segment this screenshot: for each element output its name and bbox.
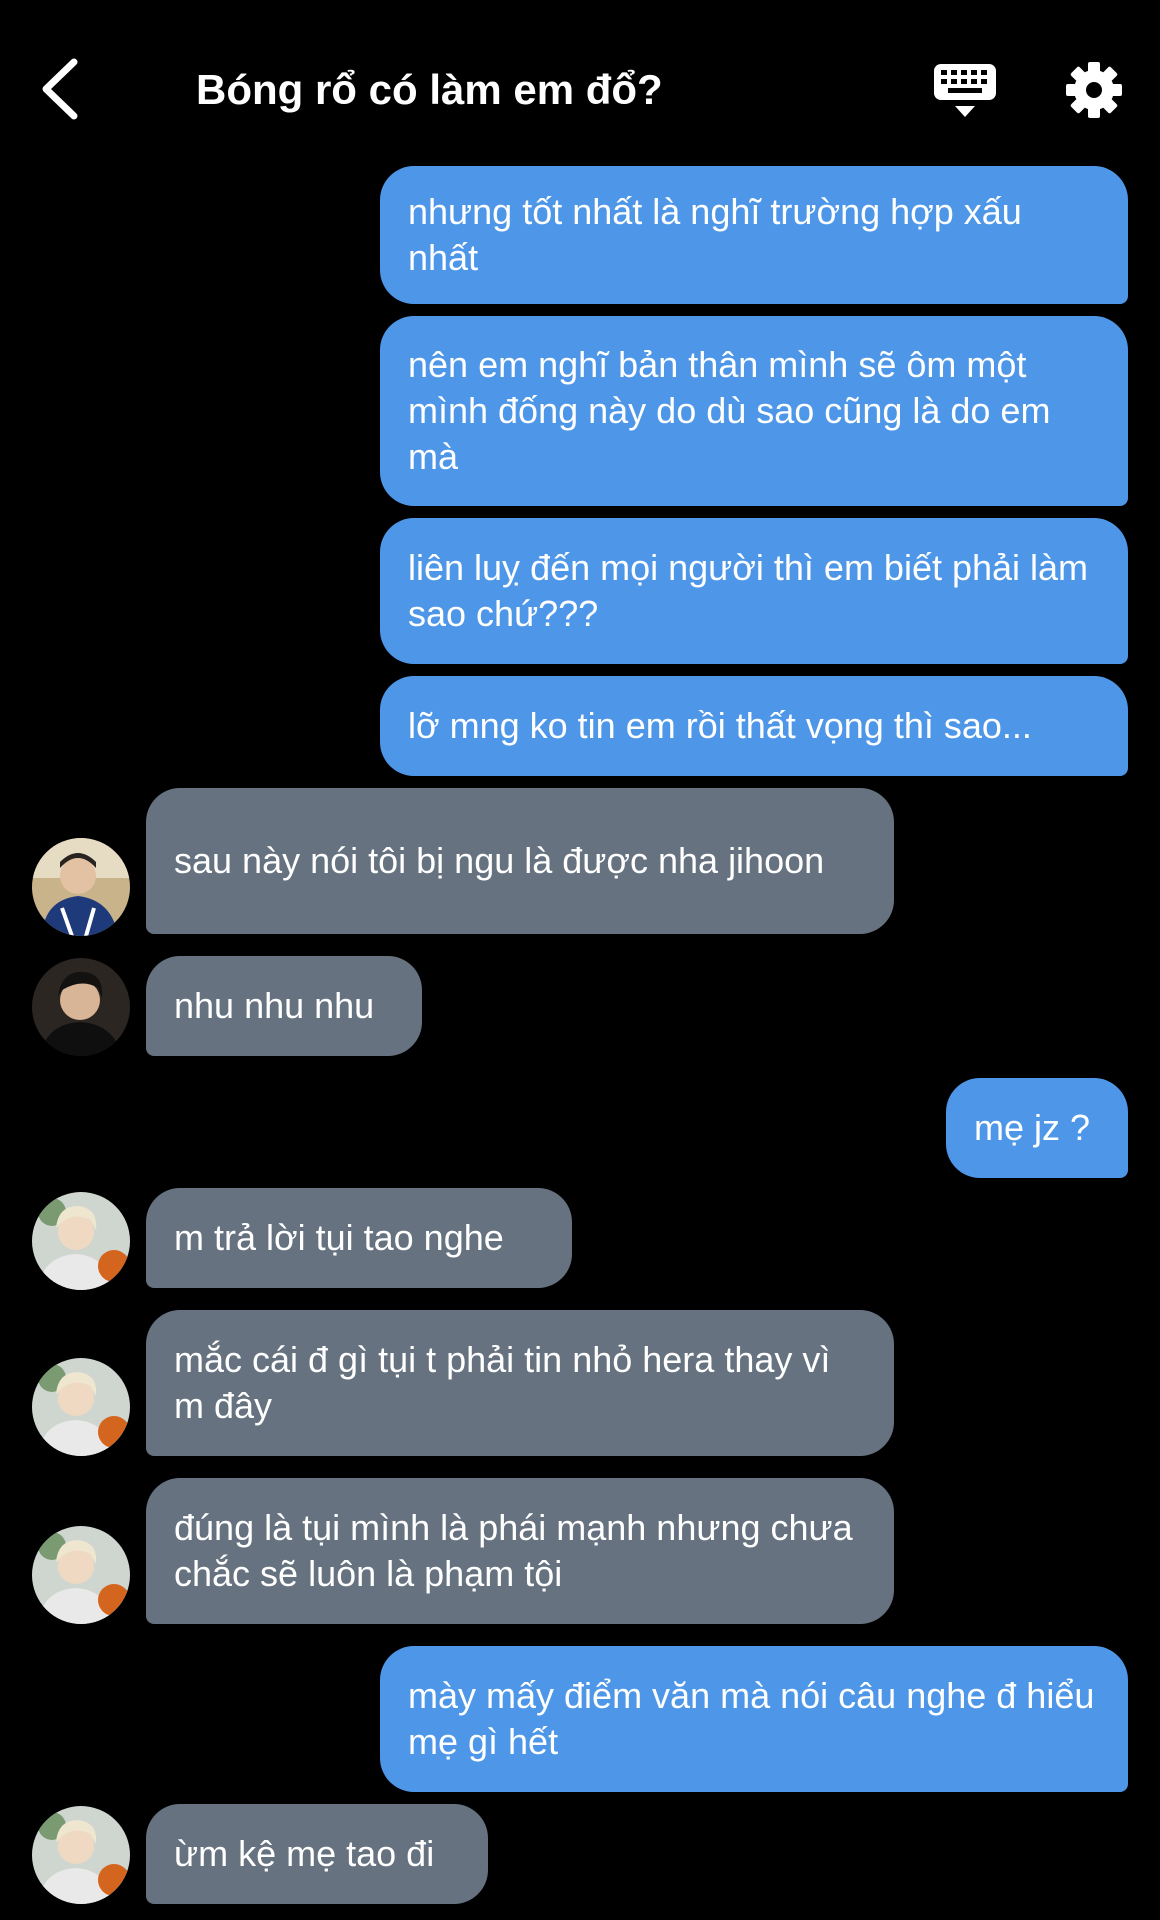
message-text: đúng là tụi mình là phái mạnh nhưng chưa…	[174, 1507, 853, 1594]
message-text: mắc cái đ gì tụi t phải tin nhỏ hera tha…	[174, 1339, 831, 1426]
settings-button[interactable]	[1064, 60, 1124, 120]
message-bubble-sent[interactable]: nhưng tốt nhất là nghĩ trường hợp xấu nh…	[380, 166, 1128, 304]
avatar[interactable]	[32, 1526, 130, 1624]
avatar-photo-icon	[32, 1358, 130, 1456]
message-text: nhưng tốt nhất là nghĩ trường hợp xấu nh…	[408, 191, 1022, 278]
avatar-photo-icon	[32, 1806, 130, 1904]
avatar[interactable]	[32, 838, 130, 936]
message-text: ừm kệ mẹ tao đi	[174, 1833, 435, 1874]
avatar-photo-icon	[32, 838, 130, 936]
avatar[interactable]	[32, 1192, 130, 1290]
message-text: lỡ mng ko tin em rồi thất vọng thì sao..…	[408, 705, 1032, 746]
avatar-photo-icon	[32, 1192, 130, 1290]
chevron-left-icon	[42, 58, 78, 120]
avatar[interactable]	[32, 958, 130, 1056]
message-bubble-sent[interactable]: mẹ jz ?	[946, 1078, 1128, 1178]
avatar-photo-icon	[32, 1526, 130, 1624]
avatar[interactable]	[32, 1358, 130, 1456]
message-bubble-sent[interactable]: nên em nghĩ bản thân mình sẽ ôm một mình…	[380, 316, 1128, 506]
message-bubble-received[interactable]: sau này nói tôi bị ngu là được nha jihoo…	[146, 788, 894, 934]
chat-screen: Bóng rổ có làm em đổ? nhưng tốt nhất là …	[0, 0, 1160, 1920]
message-bubble-received[interactable]: m trả lời tụi tao nghe	[146, 1188, 572, 1288]
back-button[interactable]	[34, 54, 94, 124]
message-bubble-received[interactable]: nhu nhu nhu	[146, 956, 422, 1056]
message-text: mẹ jz ?	[974, 1107, 1091, 1148]
message-text: sau này nói tôi bị ngu là được nha jihoo…	[174, 840, 825, 881]
message-bubble-sent[interactable]: mày mấy điểm văn mà nói câu nghe đ hiểu …	[380, 1646, 1128, 1792]
chat-title: Bóng rổ có làm em đổ?	[196, 66, 663, 113]
message-text: liên luỵ đến mọi người thì em biết phải …	[408, 547, 1089, 634]
message-text: m trả lời tụi tao nghe	[174, 1217, 504, 1258]
message-bubble-received[interactable]: ừm kệ mẹ tao đi	[146, 1804, 488, 1904]
gear-icon	[1066, 62, 1122, 118]
message-text: nhu nhu nhu	[174, 985, 375, 1026]
message-text: mày mấy điểm văn mà nói câu nghe đ hiểu …	[408, 1675, 1095, 1762]
message-bubble-received[interactable]: đúng là tụi mình là phái mạnh nhưng chưa…	[146, 1478, 894, 1624]
keyboard-icon	[934, 64, 996, 117]
message-bubble-sent[interactable]: lỡ mng ko tin em rồi thất vọng thì sao..…	[380, 676, 1128, 776]
message-bubble-received[interactable]: mắc cái đ gì tụi t phải tin nhỏ hera tha…	[146, 1310, 894, 1456]
avatar[interactable]	[32, 1806, 130, 1904]
keyboard-button[interactable]	[930, 60, 1000, 122]
avatar-photo-icon	[32, 958, 130, 1056]
chat-header: Bóng rổ có làm em đổ?	[0, 0, 1160, 165]
message-bubble-sent[interactable]: liên luỵ đến mọi người thì em biết phải …	[380, 518, 1128, 664]
message-text: nên em nghĩ bản thân mình sẽ ôm một mình…	[408, 344, 1051, 477]
